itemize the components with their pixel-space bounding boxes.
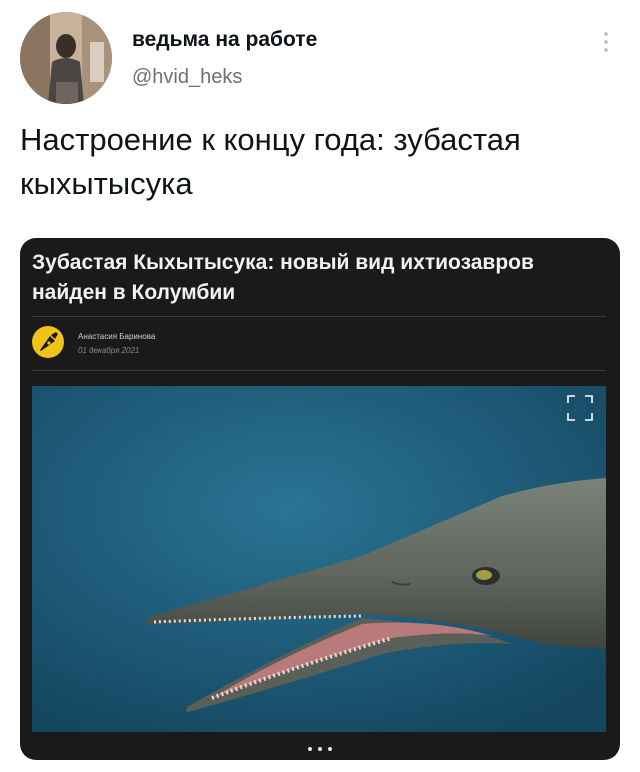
article-author: Анастасия Баринова <box>78 332 156 341</box>
link-card[interactable]: Зубастая Кыхытысука: новый вид ихтиозавр… <box>20 238 620 760</box>
pen-nib-logo <box>32 326 64 358</box>
author-name[interactable]: ведьма на работе <box>132 28 317 52</box>
tweet-text: Настроение к концу года: зубастая кыхыты… <box>20 122 521 201</box>
ichthyosaur-illustration <box>32 386 606 732</box>
article-image[interactable] <box>32 386 606 732</box>
divider <box>32 370 606 371</box>
card-headline[interactable]: Зубастая Кыхытысука: новый вид ихтиозавр… <box>32 248 592 308</box>
article-date: 01 декабря 2021 <box>78 346 140 355</box>
avatar-photo <box>20 12 112 104</box>
carousel-dot[interactable] <box>328 747 333 751</box>
author-handle[interactable]: @hvid_heks <box>132 66 242 89</box>
carousel-dot[interactable] <box>318 747 322 751</box>
avatar[interactable] <box>20 12 112 104</box>
divider <box>32 316 606 317</box>
carousel-dot[interactable] <box>307 747 312 751</box>
more-vertical-icon[interactable] <box>598 28 614 56</box>
carousel-dots[interactable] <box>20 738 620 756</box>
fullscreen-icon[interactable] <box>566 394 594 422</box>
